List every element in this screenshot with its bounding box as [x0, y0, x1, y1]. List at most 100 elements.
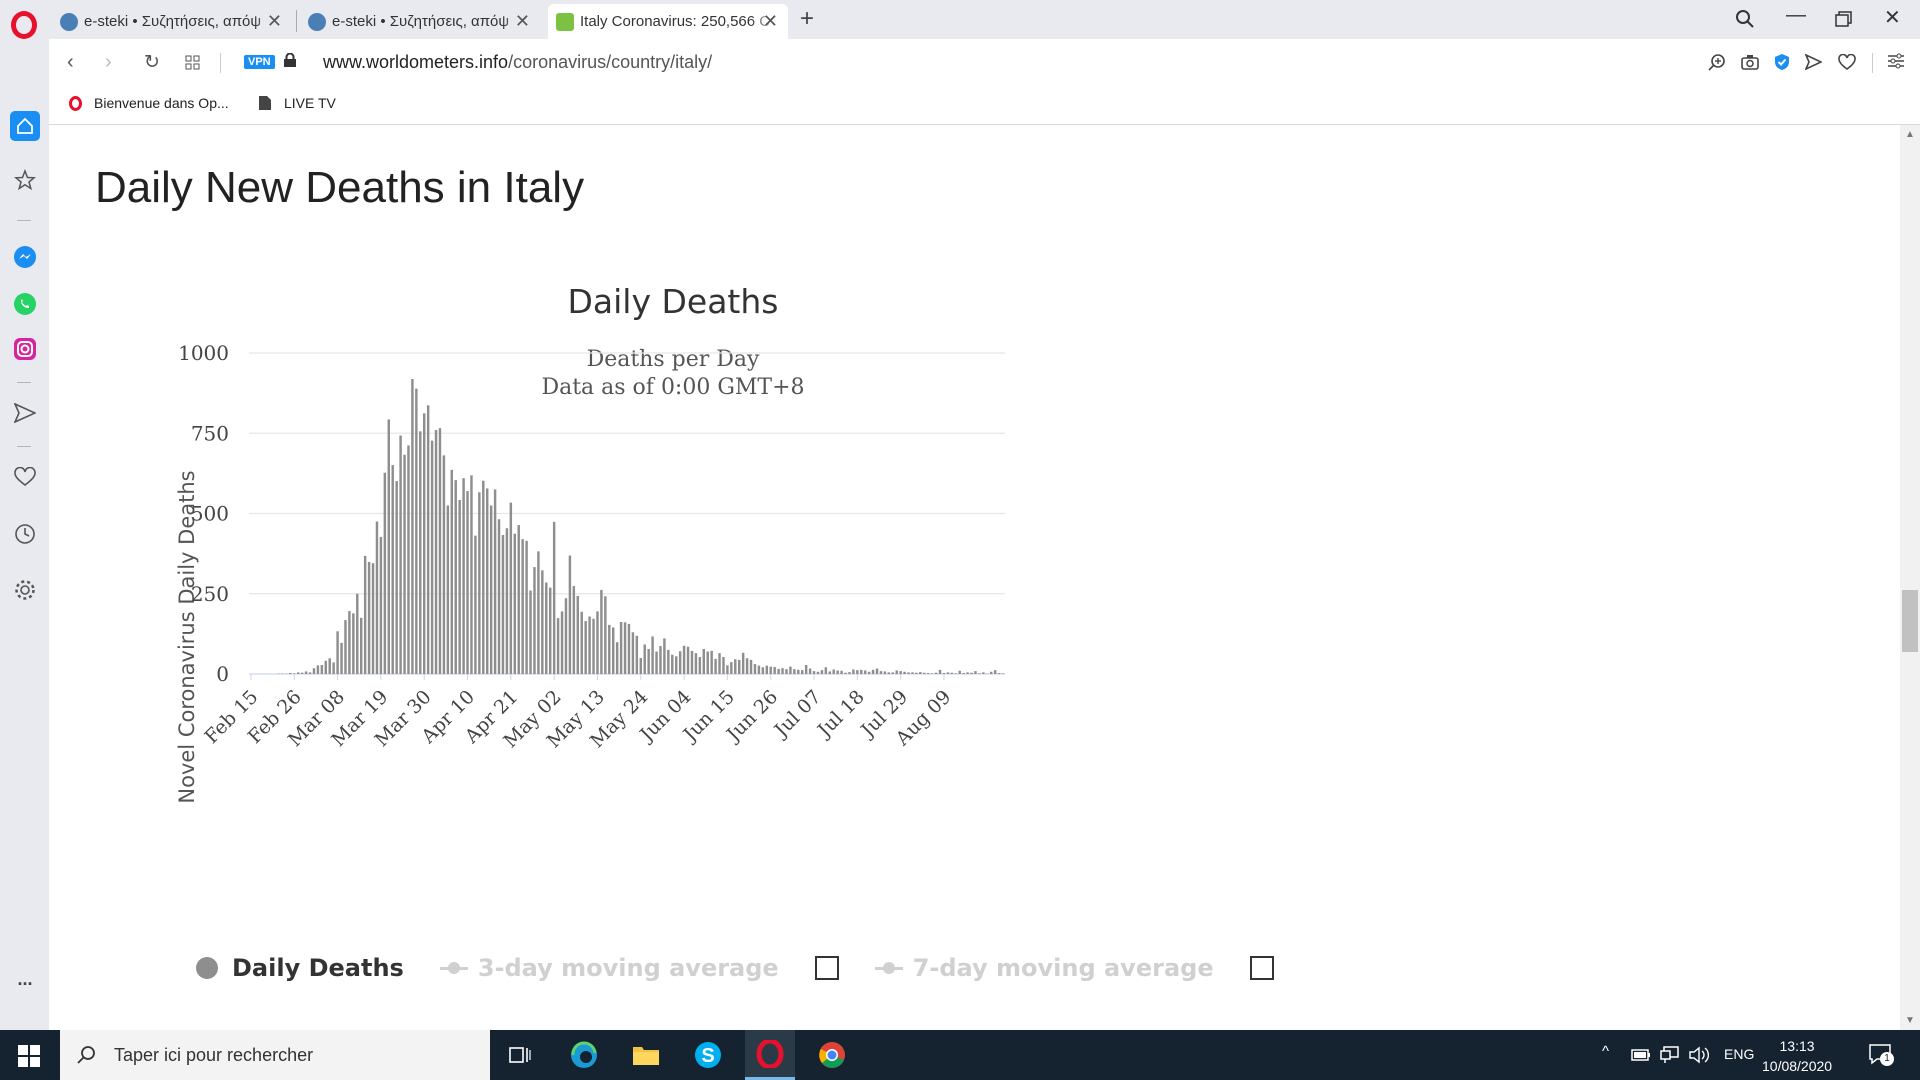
- bar-daily-deaths[interactable]: [706, 651, 709, 674]
- scroll-down-arrow-icon[interactable]: ▼: [1905, 1015, 1915, 1026]
- bar-daily-deaths[interactable]: [517, 525, 520, 674]
- bar-daily-deaths[interactable]: [588, 616, 591, 674]
- bar-daily-deaths[interactable]: [800, 670, 804, 674]
- bar-daily-deaths[interactable]: [710, 650, 713, 674]
- bar-daily-deaths[interactable]: [545, 582, 548, 674]
- taskbar-search-box[interactable]: Taper ici pour rechercher: [60, 1030, 490, 1080]
- url-field[interactable]: www.worldometers.info/coronavirus/countr…: [323, 52, 712, 73]
- bar-daily-deaths[interactable]: [336, 631, 339, 674]
- file-explorer-icon[interactable]: [621, 1030, 671, 1080]
- bar-daily-deaths[interactable]: [690, 650, 694, 674]
- home-icon[interactable]: [10, 111, 40, 141]
- legend-3-day-moving-average[interactable]: 3-day moving average: [439, 954, 839, 982]
- bar-daily-deaths[interactable]: [718, 653, 721, 674]
- instagram-icon[interactable]: [13, 337, 37, 361]
- bar-daily-deaths[interactable]: [635, 635, 639, 674]
- bar-daily-deaths[interactable]: [753, 664, 757, 674]
- bar-daily-deaths[interactable]: [891, 672, 895, 674]
- notifications-icon[interactable]: 1: [1868, 1042, 1894, 1070]
- bar-daily-deaths[interactable]: [954, 673, 958, 674]
- bar-daily-deaths[interactable]: [430, 440, 434, 674]
- bar-daily-deaths[interactable]: [789, 666, 792, 674]
- bar-daily-deaths[interactable]: [592, 618, 595, 674]
- bar-daily-deaths[interactable]: [391, 465, 394, 674]
- bar-daily-deaths[interactable]: [552, 521, 556, 674]
- reload-icon[interactable]: ↻: [144, 51, 160, 74]
- legend-7-day-moving-average[interactable]: 7-day moving average: [874, 954, 1274, 982]
- bar-daily-deaths[interactable]: [604, 596, 607, 674]
- bookmark-heart-icon[interactable]: [1838, 54, 1856, 70]
- bar-daily-deaths[interactable]: [989, 671, 993, 674]
- taskbar-clock[interactable]: 13:13 10/08/2020: [1762, 1036, 1832, 1076]
- bar-daily-deaths[interactable]: [757, 665, 761, 674]
- bar-daily-deaths[interactable]: [808, 668, 812, 674]
- edge-browser-icon[interactable]: [559, 1030, 609, 1080]
- bar-daily-deaths[interactable]: [714, 658, 717, 674]
- bar-daily-deaths[interactable]: [466, 491, 469, 674]
- minimize-icon[interactable]: —: [1786, 4, 1806, 27]
- bar-daily-deaths[interactable]: [600, 589, 603, 674]
- bar-daily-deaths[interactable]: [308, 672, 312, 674]
- bar-daily-deaths[interactable]: [923, 672, 926, 674]
- bar-daily-deaths[interactable]: [879, 671, 883, 674]
- back-icon[interactable]: ‹: [67, 51, 74, 74]
- snapshot-camera-icon[interactable]: [1741, 54, 1759, 70]
- bar-daily-deaths[interactable]: [974, 671, 977, 674]
- messenger-icon[interactable]: [13, 245, 37, 269]
- bar-daily-deaths[interactable]: [812, 671, 816, 674]
- bar-daily-deaths[interactable]: [962, 673, 965, 674]
- task-view-icon[interactable]: [495, 1030, 545, 1080]
- bar-daily-deaths[interactable]: [568, 555, 572, 674]
- bar-daily-deaths[interactable]: [505, 528, 509, 674]
- bar-daily-deaths[interactable]: [584, 621, 587, 674]
- bar-daily-deaths[interactable]: [576, 595, 580, 674]
- bar-daily-deaths[interactable]: [883, 671, 887, 674]
- bar-daily-deaths[interactable]: [919, 672, 922, 674]
- bar-daily-deaths[interactable]: [852, 669, 855, 674]
- bar-daily-deaths[interactable]: [352, 613, 355, 674]
- bar-daily-deaths[interactable]: [470, 475, 473, 674]
- whatsapp-icon[interactable]: [13, 292, 37, 316]
- bar-daily-deaths[interactable]: [615, 642, 619, 674]
- opera-logo-icon[interactable]: [11, 11, 37, 39]
- bar-daily-deaths[interactable]: [363, 555, 367, 674]
- tab-esteki-1[interactable]: e-steki • Συζητήσεις, απόψ ✕: [52, 4, 292, 39]
- bar-daily-deaths[interactable]: [674, 656, 678, 674]
- bar-daily-deaths[interactable]: [300, 672, 304, 674]
- bar-daily-deaths[interactable]: [737, 659, 741, 674]
- chrome-icon[interactable]: [807, 1030, 857, 1080]
- bar-daily-deaths[interactable]: [572, 586, 576, 674]
- flow-send-icon[interactable]: [13, 401, 37, 425]
- bar-daily-deaths[interactable]: [761, 667, 765, 674]
- bar-daily-deaths[interactable]: [671, 654, 674, 674]
- bar-daily-deaths[interactable]: [623, 622, 627, 674]
- bar-daily-deaths[interactable]: [631, 632, 635, 674]
- bar-daily-deaths[interactable]: [489, 505, 493, 674]
- bar-daily-deaths[interactable]: [564, 598, 568, 674]
- bar-daily-deaths[interactable]: [541, 570, 544, 674]
- bar-daily-deaths[interactable]: [741, 652, 745, 674]
- bar-daily-deaths[interactable]: [580, 611, 583, 674]
- bar-daily-deaths[interactable]: [419, 431, 422, 674]
- bar-daily-deaths[interactable]: [895, 670, 898, 674]
- bar-daily-deaths[interactable]: [478, 492, 481, 674]
- bar-daily-deaths[interactable]: [682, 645, 686, 674]
- bar-daily-deaths[interactable]: [824, 667, 828, 674]
- toggle-7-day-average-checkbox[interactable]: [1249, 956, 1274, 980]
- bar-daily-deaths[interactable]: [344, 620, 347, 674]
- bar-daily-deaths[interactable]: [797, 669, 800, 674]
- bar-daily-deaths[interactable]: [529, 590, 532, 674]
- bar-daily-deaths[interactable]: [982, 672, 985, 674]
- new-tab-icon[interactable]: +: [800, 5, 814, 33]
- bar-daily-deaths[interactable]: [474, 535, 477, 674]
- bar-daily-deaths[interactable]: [844, 672, 847, 674]
- bar-daily-deaths[interactable]: [793, 669, 796, 674]
- bar-daily-deaths[interactable]: [694, 653, 698, 674]
- bar-daily-deaths[interactable]: [462, 478, 465, 674]
- bar-daily-deaths[interactable]: [875, 668, 879, 674]
- bar-daily-deaths[interactable]: [383, 472, 387, 674]
- bar-daily-deaths[interactable]: [1001, 673, 1005, 674]
- bar-daily-deaths[interactable]: [596, 611, 599, 674]
- bar-daily-deaths[interactable]: [848, 672, 851, 674]
- bar-daily-deaths[interactable]: [958, 670, 961, 674]
